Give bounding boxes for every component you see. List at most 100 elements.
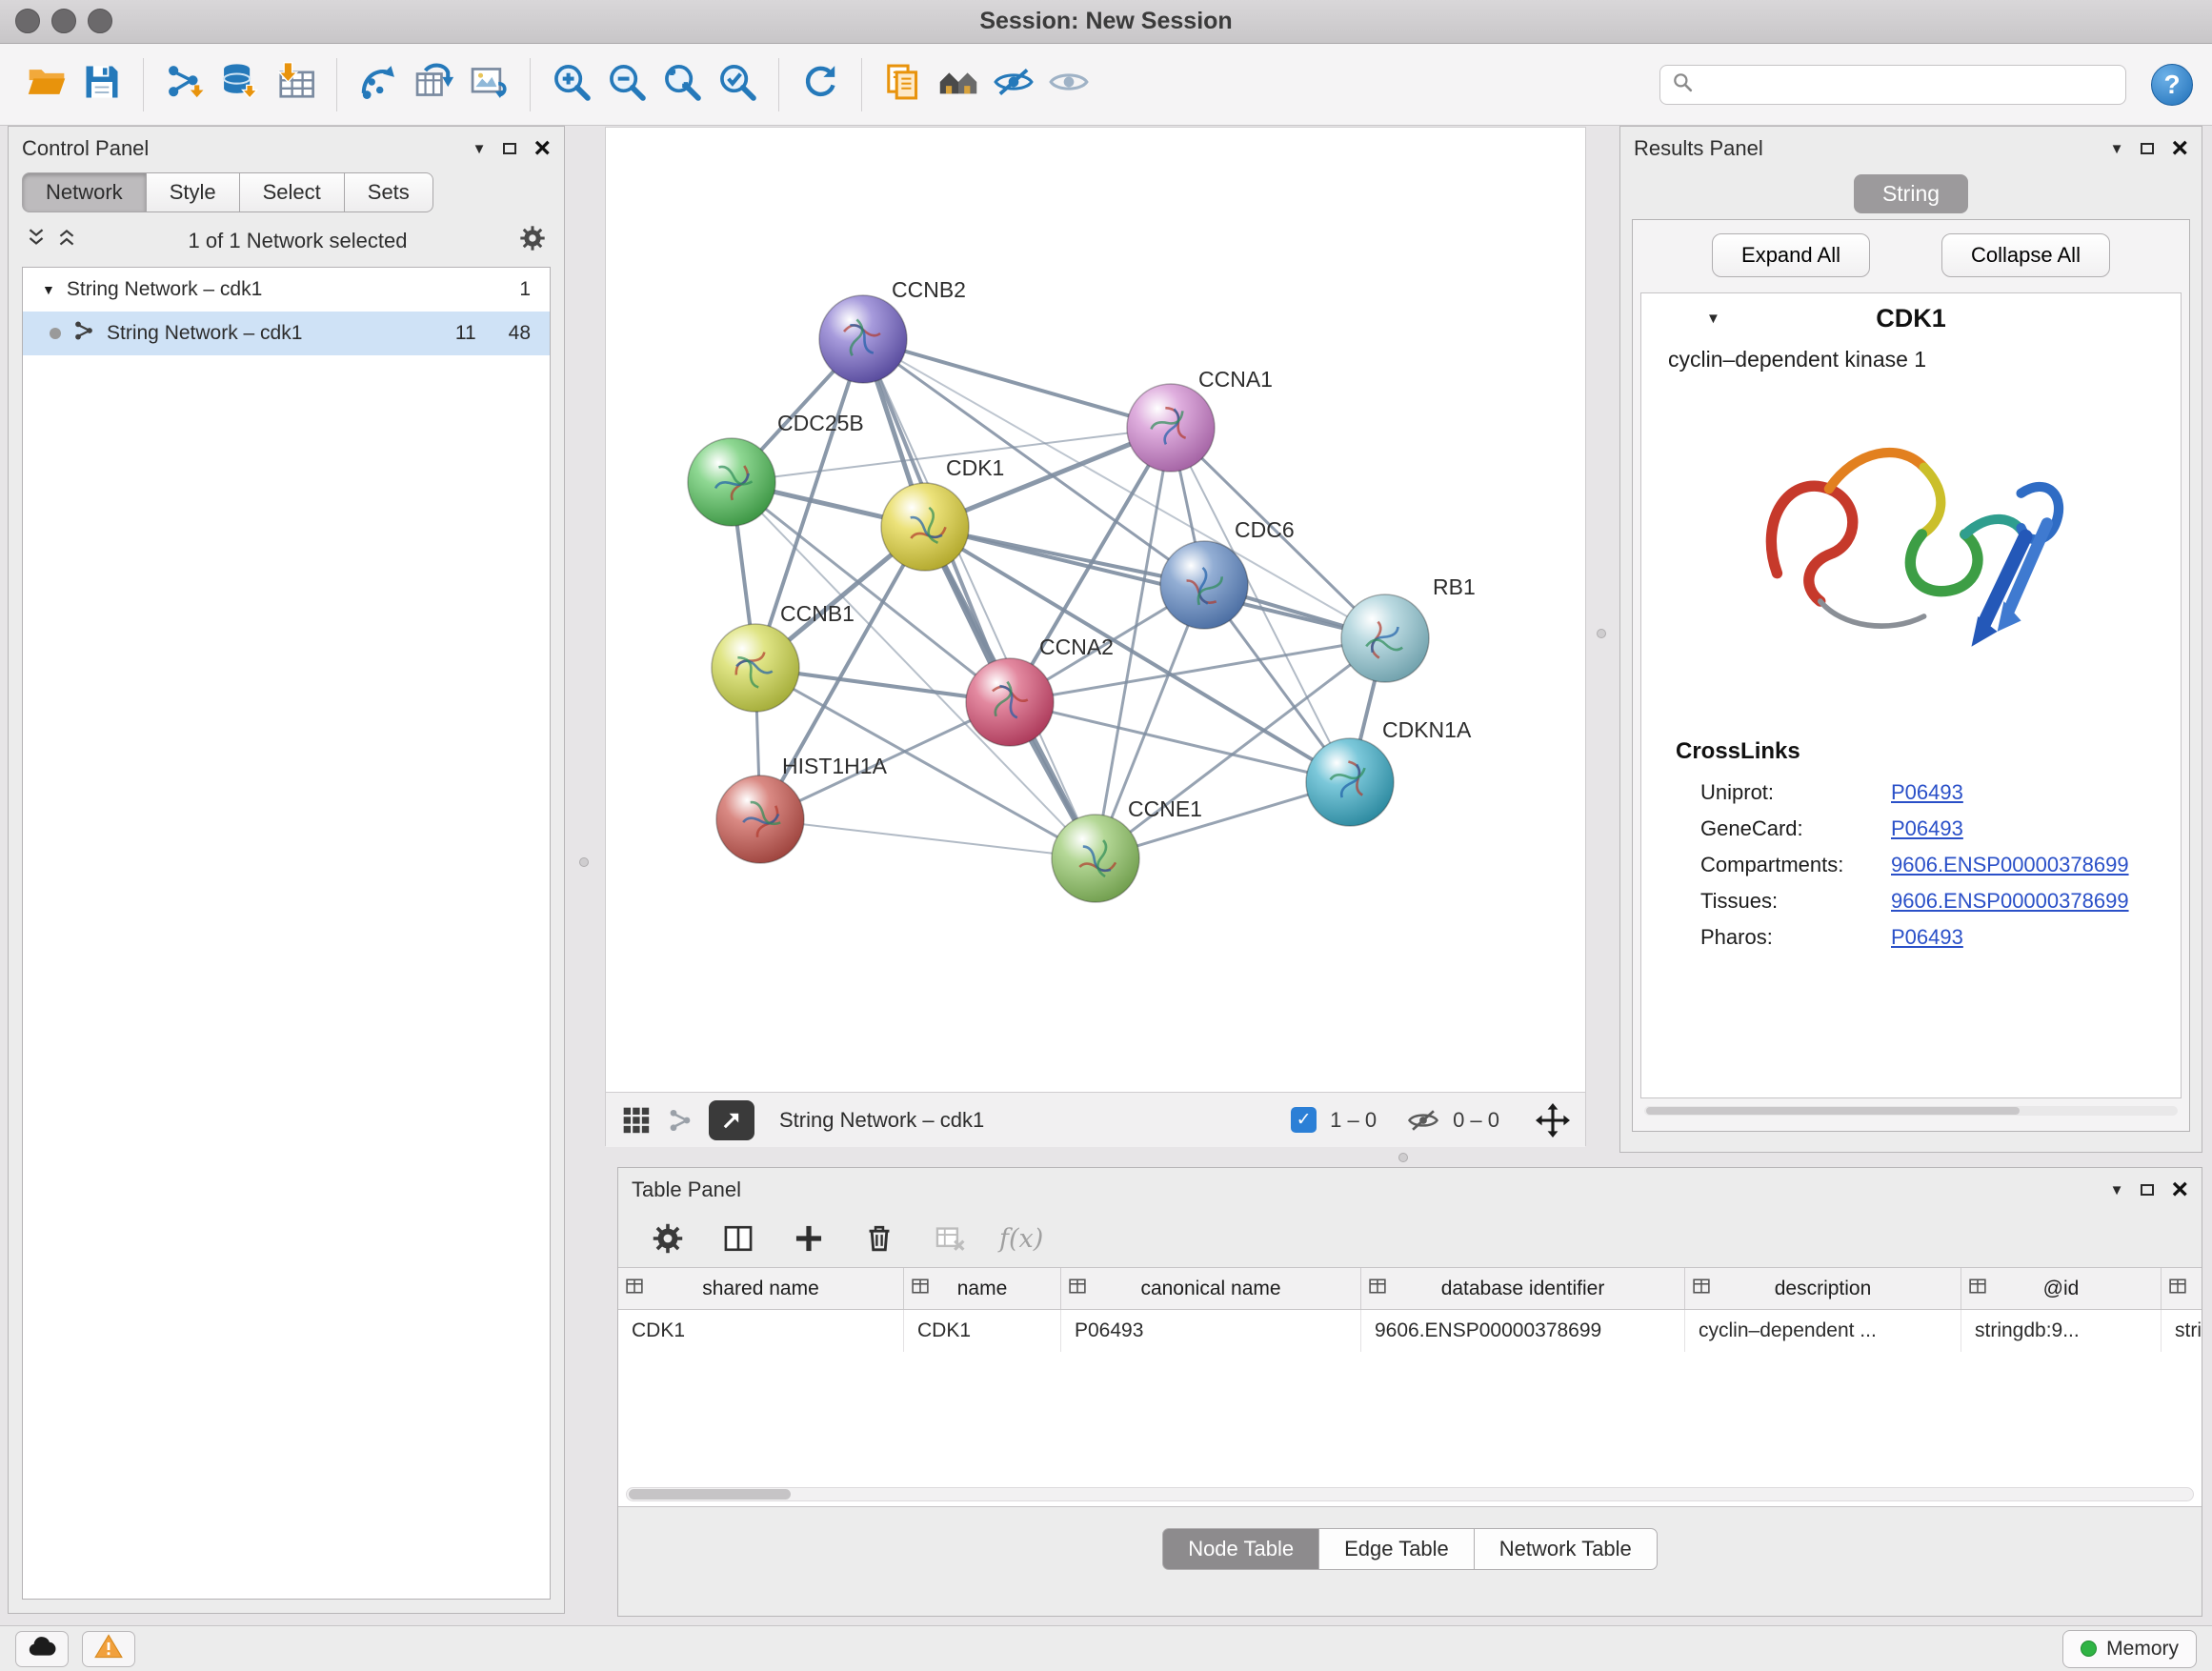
cell-database-identifier[interactable]: 9606.ENSP00000378699 <box>1361 1310 1685 1352</box>
network-node-ccne1[interactable] <box>1052 815 1139 902</box>
cell-description[interactable]: cyclin–dependent ... <box>1685 1310 1961 1352</box>
column-header-name[interactable]: name <box>904 1268 1061 1309</box>
gear-icon[interactable] <box>518 224 547 257</box>
network-node-hist1h1a[interactable] <box>716 775 804 863</box>
show-columns-icon[interactable] <box>717 1219 759 1258</box>
expand-all-button[interactable]: Expand All <box>1712 233 1870 277</box>
network-edge[interactable] <box>863 339 1171 428</box>
tab-string[interactable]: String <box>1854 174 1968 213</box>
node-sphere[interactable] <box>881 483 969 571</box>
expand-all-icon[interactable] <box>56 227 77 254</box>
column-header-database-identifier[interactable]: database identifier <box>1361 1268 1685 1309</box>
help-button[interactable]: ? <box>2151 64 2193 106</box>
network-node-ccnb1[interactable] <box>712 624 799 712</box>
show-all-button[interactable] <box>1041 56 1096 113</box>
network-node-cdc25b[interactable] <box>688 438 775 526</box>
float-panel-icon[interactable] <box>2141 143 2154 154</box>
float-panel-icon[interactable] <box>503 143 516 154</box>
tab-network[interactable]: Network <box>22 172 147 212</box>
table-scrollbar-thumb[interactable] <box>629 1489 791 1500</box>
crosslink-compartments-link[interactable]: 9606.ENSP00000378699 <box>1891 853 2129 877</box>
delete-column-trash-icon[interactable] <box>858 1219 900 1258</box>
cloud-status-button[interactable] <box>15 1631 69 1667</box>
tab-network-table[interactable]: Network Table <box>1475 1528 1658 1570</box>
network-node-cdc6[interactable] <box>1160 541 1248 629</box>
network-edge[interactable] <box>925 527 1385 638</box>
selected-nodes-checkbox[interactable]: ✓ <box>1291 1107 1317 1133</box>
network-collection-row[interactable]: ▼ String Network – cdk1 1 <box>23 268 550 312</box>
node-sphere[interactable] <box>1306 738 1394 826</box>
refresh-button[interactable] <box>793 56 848 113</box>
network-share-icon[interactable] <box>667 1107 694 1134</box>
panel-menu-icon[interactable]: ▼ <box>2110 141 2124 157</box>
network-node-ccnb2[interactable] <box>819 295 907 383</box>
tab-edge-table[interactable]: Edge Table <box>1319 1528 1475 1570</box>
cell-name[interactable]: CDK1 <box>904 1310 1061 1352</box>
open-in-new-window-button[interactable] <box>709 1100 754 1140</box>
float-panel-icon[interactable] <box>2141 1184 2154 1196</box>
column-header-description[interactable]: description <box>1685 1268 1961 1309</box>
bottom-splitter-handle[interactable] <box>1398 1153 1408 1162</box>
right-splitter-handle[interactable] <box>1597 629 1606 638</box>
node-sphere[interactable] <box>966 658 1054 746</box>
export-image-button[interactable] <box>461 56 516 113</box>
new-network-from-selection-button[interactable] <box>351 56 406 113</box>
network-edge[interactable] <box>760 819 1096 858</box>
crosslink-tissues-link[interactable]: 9606.ENSP00000378699 <box>1891 889 2129 914</box>
table-row[interactable]: CDK1 CDK1 P06493 9606.ENSP00000378699 cy… <box>618 1310 2202 1352</box>
save-session-button[interactable] <box>74 56 130 113</box>
close-panel-icon[interactable]: × <box>2171 139 2188 158</box>
collapse-all-icon[interactable] <box>26 227 47 254</box>
node-sphere[interactable] <box>819 295 907 383</box>
node-sphere[interactable] <box>1052 815 1139 902</box>
zoom-in-button[interactable] <box>544 56 599 113</box>
column-header-shared-name[interactable]: shared name <box>618 1268 904 1309</box>
cell-canonical-name[interactable]: P06493 <box>1061 1310 1361 1352</box>
tab-style[interactable]: Style <box>147 172 240 212</box>
warnings-button[interactable] <box>82 1631 135 1667</box>
crosslink-uniprot-link[interactable]: P06493 <box>1891 780 1963 805</box>
show-graphics-details-button[interactable] <box>931 56 986 113</box>
node-sphere[interactable] <box>716 775 804 863</box>
zoom-selected-button[interactable] <box>710 56 765 113</box>
close-window-button[interactable] <box>15 9 40 33</box>
node-sphere[interactable] <box>1341 594 1429 682</box>
left-splitter-handle[interactable] <box>579 857 589 867</box>
gene-card-header[interactable]: ▼ CDK1 <box>1641 293 2181 343</box>
close-panel-icon[interactable]: × <box>2171 1180 2188 1199</box>
results-scrollbar-thumb[interactable] <box>1646 1107 2020 1115</box>
network-node-ccna1[interactable] <box>1127 384 1215 472</box>
network-canvas[interactable]: CCNB2CCNA1CDC25BCDK1CDC6RB1CCNB1CCNA2CDK… <box>606 128 1587 1092</box>
network-node-rb1[interactable] <box>1341 594 1429 682</box>
tab-sets[interactable]: Sets <box>345 172 433 212</box>
column-header-canonical-name[interactable]: canonical name <box>1061 1268 1361 1309</box>
zoom-fit-button[interactable] <box>654 56 710 113</box>
results-scrollbar[interactable] <box>1644 1106 2178 1116</box>
export-network-button[interactable] <box>406 56 461 113</box>
network-row-selected[interactable]: String Network – cdk1 11 48 <box>23 312 550 355</box>
search-input[interactable] <box>1700 72 2114 97</box>
open-session-button[interactable] <box>19 56 74 113</box>
tab-select[interactable]: Select <box>240 172 345 212</box>
minimize-window-button[interactable] <box>51 9 76 33</box>
memory-button[interactable]: Memory <box>2062 1630 2197 1668</box>
panel-menu-icon[interactable]: ▼ <box>2110 1182 2124 1198</box>
node-sphere[interactable] <box>1127 384 1215 472</box>
network-node-ccna2[interactable] <box>966 658 1054 746</box>
tree-expander-icon[interactable]: ▼ <box>42 282 55 297</box>
hide-selected-button[interactable] <box>986 56 1041 113</box>
collapse-all-button[interactable]: Collapse All <box>1941 233 2110 277</box>
network-node-cdk1[interactable] <box>881 483 969 571</box>
crosslink-pharos-link[interactable]: P06493 <box>1891 925 1963 950</box>
crosslink-genecard-link[interactable]: P06493 <box>1891 816 1963 841</box>
tab-node-table[interactable]: Node Table <box>1162 1528 1319 1570</box>
table-settings-gear-icon[interactable] <box>647 1219 689 1258</box>
import-network-from-file-button[interactable] <box>157 56 212 113</box>
birds-eye-grid-icon[interactable] <box>621 1105 652 1136</box>
table-horizontal-scrollbar[interactable] <box>626 1487 2194 1501</box>
cell-namespace[interactable]: stringdb <box>2162 1310 2202 1352</box>
zoom-out-button[interactable] <box>599 56 654 113</box>
column-header-namespace[interactable]: namespac <box>2162 1268 2202 1309</box>
cell-shared-name[interactable]: CDK1 <box>618 1310 904 1352</box>
import-network-from-database-button[interactable] <box>212 56 268 113</box>
